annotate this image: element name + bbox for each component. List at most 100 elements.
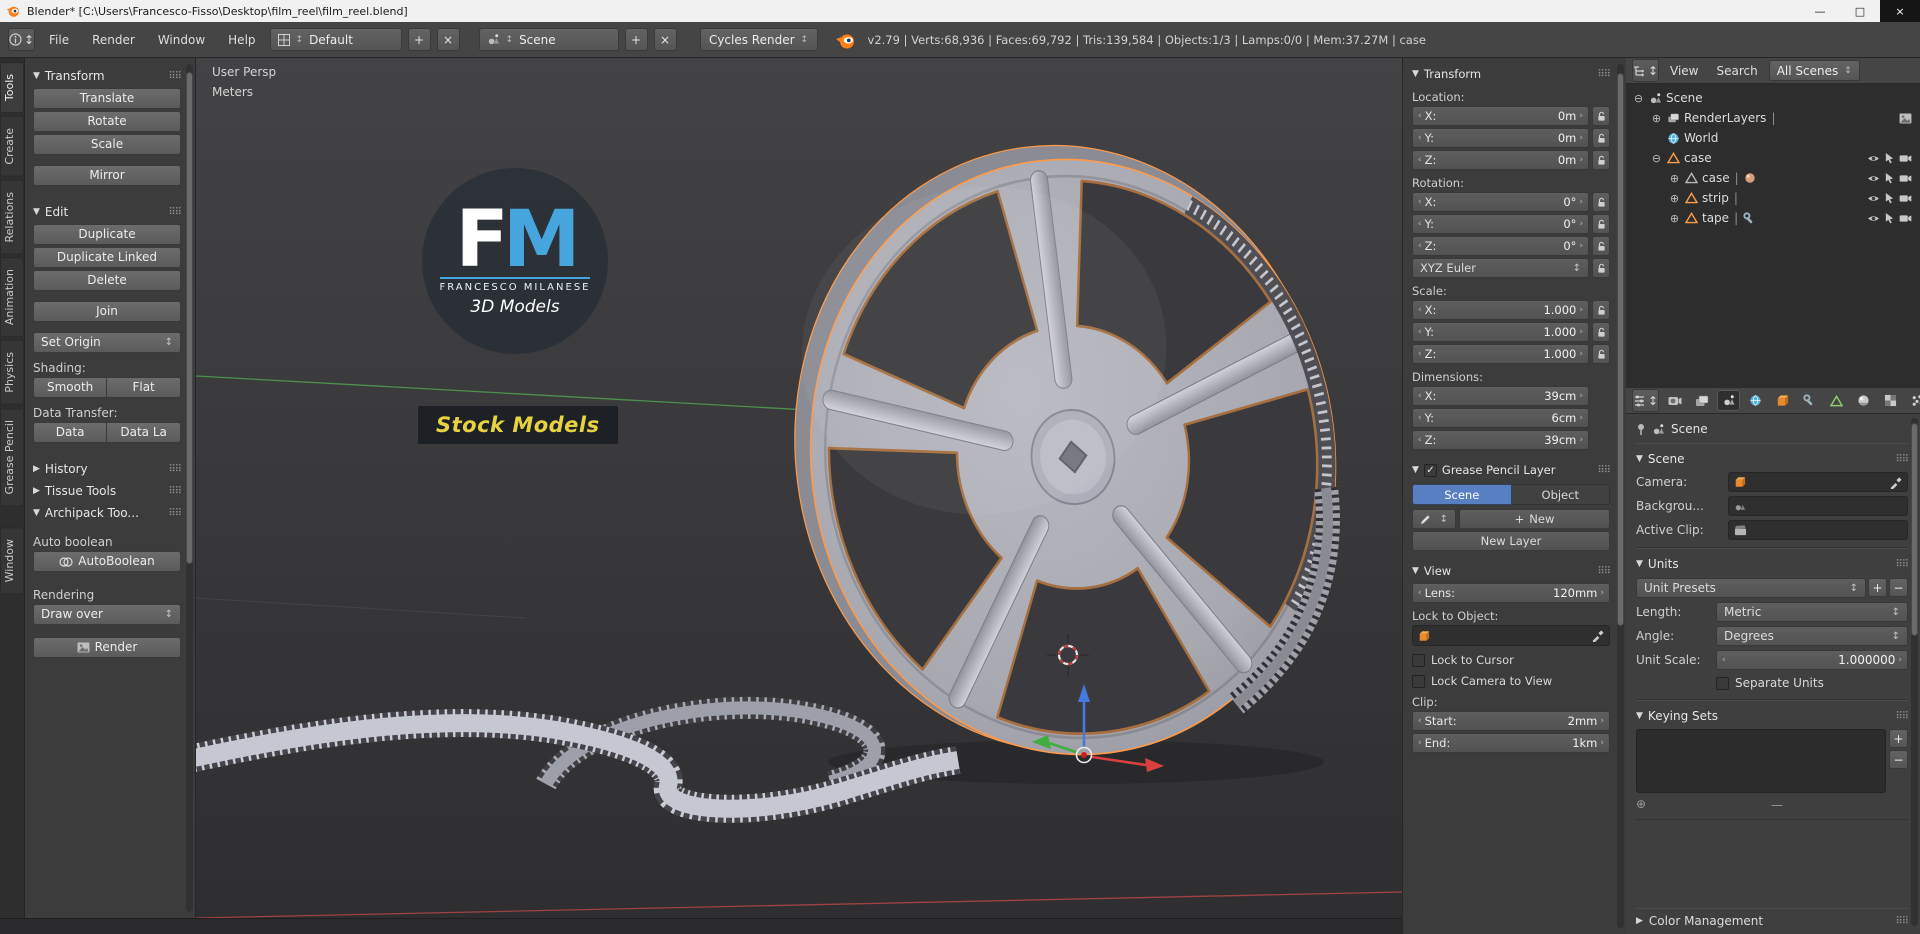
lock-camera-row[interactable]: Lock Camera to View: [1412, 674, 1610, 688]
panel-grip-icon[interactable]: ⠿⠿: [168, 508, 182, 519]
gp-tab-object[interactable]: Object: [1511, 484, 1610, 505]
delete-button[interactable]: Delete: [33, 270, 181, 291]
decrement-icon[interactable]: ‹: [1418, 241, 1422, 251]
add-keying-set-button[interactable]: +: [1889, 729, 1908, 748]
delete-layout-button[interactable]: ×: [436, 28, 460, 51]
scale-y-field[interactable]: ‹ Y: 1.000 ›: [1412, 322, 1589, 342]
dimensions-y-field[interactable]: ‹ Y: 6cm ›: [1412, 408, 1589, 428]
decrement-icon[interactable]: ‹: [1418, 588, 1422, 598]
lock-location-z-button[interactable]: [1592, 150, 1610, 170]
lock-location-x-button[interactable]: [1592, 106, 1610, 126]
decrement-icon[interactable]: ‹: [1418, 738, 1422, 748]
rotation-x-field[interactable]: ‹ X: 0° ›: [1412, 192, 1589, 212]
decrement-icon[interactable]: ‹: [1418, 435, 1422, 445]
grease-pencil-checkbox[interactable]: ✓: [1423, 463, 1437, 477]
decrement-icon[interactable]: ‹: [1418, 349, 1422, 359]
scale-x-field[interactable]: ‹ X: 1.000 ›: [1412, 300, 1589, 320]
increment-icon[interactable]: ›: [1579, 111, 1583, 121]
scene-selector[interactable]: ↕ Scene: [478, 28, 619, 51]
selectability-cursor-icon[interactable]: [1884, 192, 1895, 204]
collapse-icon[interactable]: ⊖: [1650, 152, 1663, 165]
increment-icon[interactable]: ›: [1579, 391, 1583, 401]
decrement-icon[interactable]: ‹: [1418, 413, 1422, 423]
panel-grip-icon[interactable]: ⠿⠿: [1895, 454, 1909, 465]
panel-header-keying-sets[interactable]: ▼ Keying Sets ⠿⠿: [1636, 706, 1909, 726]
lens-field[interactable]: ‹ Lens: 120mm ›: [1412, 583, 1610, 603]
tab-animation[interactable]: Animation: [0, 257, 24, 338]
increment-icon[interactable]: ›: [1600, 588, 1604, 598]
panel-header-scene[interactable]: ▼ Scene ⠿⠿: [1636, 449, 1909, 469]
eyedropper-icon[interactable]: [1889, 476, 1902, 489]
render-restrict-icon[interactable]: [1899, 194, 1912, 203]
panel-grip-icon[interactable]: ⠿⠿: [1895, 559, 1909, 570]
decrement-icon[interactable]: ‹: [1418, 305, 1422, 315]
data-layout-button[interactable]: Data La: [107, 422, 181, 443]
maximize-button[interactable]: □: [1840, 0, 1880, 22]
tab-object[interactable]: [1771, 390, 1794, 411]
panel-grip-icon[interactable]: ⠿⠿: [1895, 916, 1909, 927]
decrement-icon[interactable]: ‹: [1418, 219, 1422, 229]
npanel-scrollbar[interactable]: [1617, 64, 1624, 928]
close-button[interactable]: ×: [1880, 0, 1920, 22]
panel-header-view[interactable]: ▼ View ⠿⠿: [1412, 561, 1611, 581]
lock-to-cursor-row[interactable]: Lock to Cursor: [1412, 653, 1610, 667]
panel-header-history[interactable]: ▶ History ⠿⠿: [33, 459, 182, 479]
outliner-row-tape[interactable]: ⊕ tape |: [1632, 208, 1916, 228]
increment-icon[interactable]: ›: [1579, 241, 1583, 251]
outliner-row-world[interactable]: World: [1632, 128, 1916, 148]
increment-icon[interactable]: ›: [1579, 435, 1583, 445]
remove-preset-button[interactable]: −: [1889, 578, 1908, 597]
tab-relations[interactable]: Relations: [0, 179, 24, 255]
expand-icon[interactable]: ⊕: [1668, 172, 1681, 185]
decrement-icon[interactable]: ‹: [1418, 111, 1422, 121]
panel-grip-icon[interactable]: ⠿⠿: [168, 486, 182, 497]
render-button[interactable]: Render: [33, 637, 181, 658]
item-label[interactable]: tape: [1702, 211, 1729, 225]
data-button[interactable]: Data: [33, 422, 108, 443]
flat-button[interactable]: Flat: [107, 377, 181, 398]
tab-window[interactable]: Window: [0, 527, 24, 595]
increment-icon[interactable]: ›: [1579, 305, 1583, 315]
render-restrict-icon[interactable]: [1899, 154, 1912, 163]
active-clip-field[interactable]: [1728, 520, 1908, 540]
increment-icon[interactable]: ›: [1579, 219, 1583, 229]
outliner-menu-view[interactable]: View: [1663, 61, 1705, 81]
lock-object-field[interactable]: [1412, 625, 1610, 646]
increment-icon[interactable]: ›: [1579, 413, 1583, 423]
pin-icon[interactable]: [1636, 423, 1646, 436]
rotation-mode-dropdown[interactable]: XYZ Euler ↕: [1412, 258, 1589, 278]
add-layout-button[interactable]: +: [407, 28, 431, 51]
render-restrict-icon[interactable]: [1899, 214, 1912, 223]
eye-icon[interactable]: [1867, 174, 1880, 183]
item-label[interactable]: World: [1684, 131, 1718, 145]
tab-render[interactable]: [1663, 390, 1686, 411]
item-label[interactable]: RenderLayers: [1684, 111, 1766, 125]
editor-type-button[interactable]: ↕: [1632, 59, 1659, 82]
outliner-menu-search[interactable]: Search: [1709, 61, 1764, 81]
increment-icon[interactable]: ›: [1579, 349, 1583, 359]
gp-new-button[interactable]: + New: [1459, 509, 1610, 529]
panel-header-transform-n[interactable]: ▼ Transform ⠿⠿: [1412, 64, 1611, 84]
toolshelf-scrollbar[interactable]: [186, 64, 193, 912]
tab-tools[interactable]: Tools: [0, 62, 24, 114]
outliner-row-case-data[interactable]: ⊕ case |: [1632, 168, 1916, 188]
panel-grip-icon[interactable]: ⠿⠿: [168, 464, 182, 475]
increment-icon[interactable]: ›: [1579, 327, 1583, 337]
outliner-row-renderlayers[interactable]: ⊕ RenderLayers |: [1632, 108, 1916, 128]
panel-header-grease-pencil[interactable]: ▼ ✓ Grease Pencil Layer ⠿⠿: [1412, 460, 1611, 480]
tab-modifiers[interactable]: [1798, 390, 1821, 411]
eyedropper-icon[interactable]: [1591, 629, 1604, 642]
gp-new-layer-button[interactable]: New Layer: [1412, 531, 1610, 551]
decrement-icon[interactable]: ‹: [1418, 327, 1422, 337]
menu-render[interactable]: Render: [83, 29, 144, 51]
mirror-button[interactable]: Mirror: [33, 165, 181, 186]
breadcrumb-label[interactable]: Scene: [1671, 422, 1708, 436]
rotation-z-field[interactable]: ‹ Z: 0° ›: [1412, 236, 1589, 256]
separate-units-checkbox[interactable]: [1716, 676, 1729, 690]
tab-world[interactable]: [1744, 390, 1767, 411]
panel-header-color-management[interactable]: ▶ Color Management ⠿⠿: [1636, 908, 1909, 934]
panel-header-units[interactable]: ▼ Units ⠿⠿: [1636, 554, 1909, 574]
increment-icon[interactable]: ›: [1579, 155, 1583, 165]
outliner-row-case-object[interactable]: ⊖ case: [1632, 148, 1916, 168]
panel-header-tissue-tools[interactable]: ▶ Tissue Tools ⠿⠿: [33, 481, 182, 501]
